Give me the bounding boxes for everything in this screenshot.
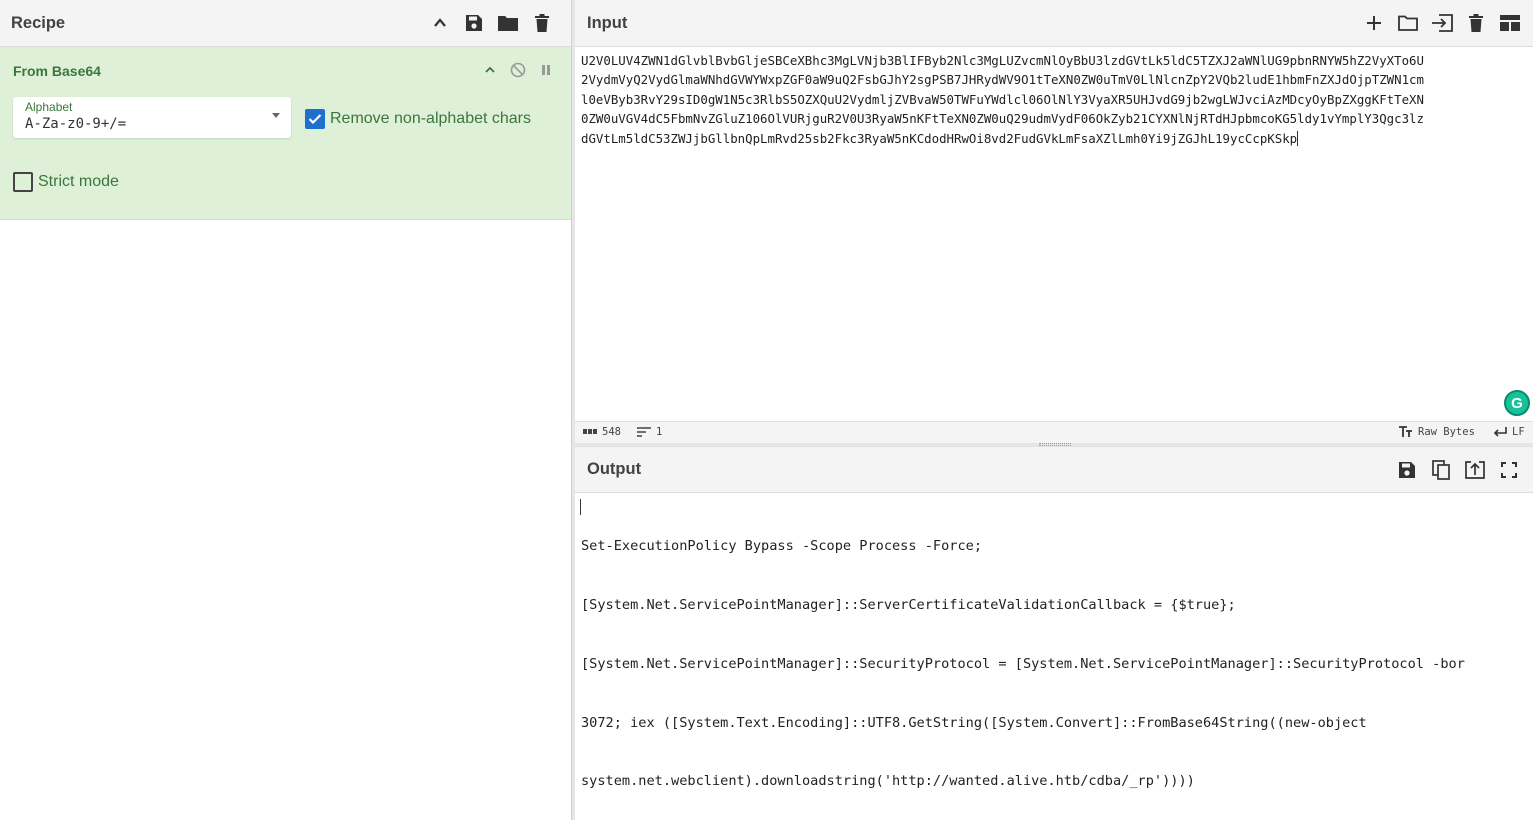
clear-input-button[interactable] — [1459, 6, 1493, 40]
trash-icon — [1469, 14, 1483, 32]
input-textarea[interactable]: U2V0LUV4ZWN1dGlvblBvbGljeSBCeXBhc3MgLVNj… — [581, 51, 1424, 148]
add-input-tab-button[interactable] — [1357, 6, 1391, 40]
length-value: 548 — [602, 426, 621, 438]
recipe-title: Recipe — [11, 13, 66, 32]
output-line: 3072; iex ([System.Text.Encoding]::UTF8.… — [581, 714, 1367, 731]
collapse-all-button[interactable] — [423, 6, 457, 40]
text-size-icon — [1399, 426, 1412, 437]
input-line: dGVtLm5ldC53ZWJjbGllbnQpLmRvd25sb2Fkc3Ry… — [581, 130, 1298, 146]
lines-stat: 1 — [637, 426, 662, 438]
operation-controls — [479, 59, 557, 81]
encoding-selector[interactable]: Raw Bytes — [1399, 426, 1475, 438]
input-line: U2V0LUV4ZWN1dGlvblBvbGljeSBCeXBhc3MgLVNj… — [581, 53, 1424, 68]
trash-icon — [535, 14, 549, 32]
remove-nonalpha-label: Remove non-alphabet chars — [330, 110, 532, 127]
output-line: [System.Net.ServicePointManager]::Securi… — [581, 655, 1465, 672]
save-recipe-button[interactable] — [457, 6, 491, 40]
strict-mode-toggle[interactable]: Strict mode — [13, 172, 119, 192]
strict-mode-checkbox[interactable] — [13, 172, 33, 192]
save-icon — [1399, 461, 1415, 478]
folder-icon — [498, 16, 518, 31]
fullscreen-icon — [1501, 461, 1517, 478]
open-file-button[interactable] — [1391, 6, 1425, 40]
maximise-output-button[interactable] — [1492, 453, 1526, 487]
encoding-value: Raw Bytes — [1418, 426, 1475, 438]
pause-icon — [542, 65, 550, 75]
chevron-up-icon — [485, 66, 495, 73]
plus-icon — [1367, 16, 1381, 30]
recipe-header-actions — [423, 6, 559, 40]
input-pane: Input U2V0LUV4ZWN1dGlvblBvbGljeSBCeXBhc3… — [575, 0, 1533, 446]
input-header-actions — [1357, 6, 1527, 40]
copy-output-button[interactable] — [1424, 453, 1458, 487]
disable-icon — [510, 62, 526, 78]
input-status-bar: 548 1 Raw Bytes LF — [575, 421, 1533, 443]
operation-title: From Base64 — [13, 63, 101, 79]
disable-operation-button[interactable] — [507, 59, 529, 81]
output-line: [System.Net.ServicePointManager]::Server… — [581, 596, 1236, 613]
reset-layout-button[interactable] — [1493, 6, 1527, 40]
output-line: Set-ExecutionPolicy Bypass -Scope Proces… — [581, 538, 983, 555]
load-recipe-button[interactable] — [491, 6, 525, 40]
recipe-header: Recipe — [0, 0, 571, 47]
output-line: system.net.webclient).downloadstring('ht… — [581, 773, 1195, 790]
copy-icon — [1432, 459, 1450, 480]
length-stat: 548 — [583, 426, 621, 438]
remove-nonalpha-toggle[interactable]: Remove non-alphabet chars — [305, 109, 531, 129]
clear-recipe-button[interactable] — [525, 6, 559, 40]
strict-mode-label: Strict mode — [38, 173, 119, 190]
eol-value: LF — [1512, 426, 1525, 438]
replace-input-button[interactable] — [1458, 453, 1492, 487]
input-title: Input — [587, 13, 628, 32]
chevron-up-icon — [434, 18, 446, 27]
lines-value: 1 — [656, 426, 663, 438]
input-line: l0eVByb3RvY29sID0gW1N5c3RlbS5OZXQuU2Vydm… — [581, 91, 1424, 107]
lines-icon — [637, 427, 651, 437]
output-title: Output — [587, 460, 642, 478]
output-header-actions — [1390, 453, 1526, 487]
eol-selector[interactable]: LF — [1493, 426, 1525, 438]
checkmark-icon — [308, 114, 322, 125]
recipe-pane: Recipe From Base64 Alphabet A-Za-z0-9+/=… — [0, 0, 571, 820]
save-output-button[interactable] — [1390, 453, 1424, 487]
dropdown-caret-icon[interactable] — [272, 113, 280, 118]
input-line: 2VydmVyQ2VydGlmaWNhdGVWYWxpZGF0aW9uQ2Fsb… — [581, 72, 1424, 88]
replace-input-icon — [1465, 460, 1485, 479]
import-icon — [1432, 14, 1453, 32]
output-textarea[interactable]: Set-ExecutionPolicy Bypass -Scope Proces… — [581, 498, 1465, 820]
alphabet-select[interactable]: Alphabet A-Za-z0-9+/= — [13, 97, 291, 138]
output-header: Output — [575, 446, 1533, 493]
input-header: Input — [575, 0, 1533, 47]
output-pane: Output Set-ExecutionPolicy Bypass -Scope… — [575, 446, 1533, 820]
input-line-last: dGVtLm5ldC53ZWJjbGllbnQpLmRvd25sb2Fkc3Ry… — [581, 129, 1424, 148]
input-line: 0ZW0uVGV4dC5FbmNvZGluZ106OlVURjguR2V0U3R… — [581, 111, 1424, 127]
remove-nonalpha-checkbox[interactable] — [305, 109, 325, 129]
from-base64-operation[interactable]: From Base64 Alphabet A-Za-z0-9+/= Remove… — [0, 47, 571, 220]
open-folder-button[interactable] — [1425, 6, 1459, 40]
abc-icon — [583, 429, 597, 434]
folder-icon — [1398, 15, 1418, 31]
save-icon — [466, 15, 482, 31]
pause-button[interactable] — [535, 59, 557, 81]
layout-icon — [1500, 15, 1520, 31]
alphabet-value[interactable]: A-Za-z0-9+/= — [25, 116, 126, 132]
return-icon — [1493, 427, 1507, 437]
text-cursor — [1297, 130, 1299, 146]
hide-args-button[interactable] — [479, 59, 501, 81]
alphabet-label: Alphabet — [25, 100, 73, 114]
grammarly-icon[interactable]: G — [1504, 390, 1530, 416]
